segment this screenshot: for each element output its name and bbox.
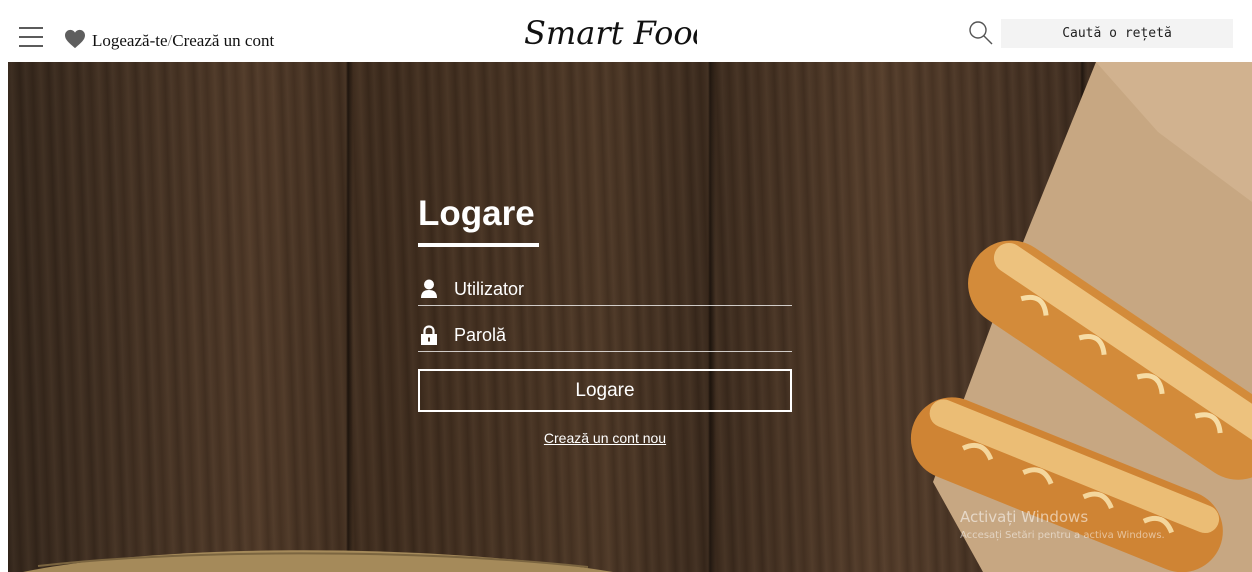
username-field [418, 275, 792, 306]
svg-text:Smart Food: Smart Food [524, 14, 697, 52]
title-underline [418, 243, 539, 247]
menu-icon[interactable] [19, 27, 43, 49]
hero-background: Logare Logare Crează un cont nou Activaț… [8, 62, 1252, 572]
password-input[interactable] [454, 321, 784, 349]
search-input[interactable] [1001, 19, 1233, 48]
windows-activation-title: Activați Windows [960, 508, 1089, 526]
password-field [418, 321, 792, 352]
username-input[interactable] [454, 275, 784, 303]
site-header: Logează-te/Crează un cont Smart Food [0, 0, 1252, 62]
search-icon[interactable] [968, 20, 994, 46]
login-link[interactable]: Logează-te [92, 31, 168, 50]
heart-icon [65, 29, 85, 49]
windows-activation-subtitle: Accesați Setări pentru a activa Windows. [960, 530, 1165, 541]
create-account-link[interactable]: Crează un cont nou [418, 430, 792, 446]
lock-icon [421, 325, 437, 345]
register-link[interactable]: Crează un cont [172, 31, 274, 50]
login-title: Logare [418, 194, 535, 233]
login-register-links: Logează-te/Crează un cont [92, 31, 274, 51]
bread-illustration [23, 62, 1252, 572]
smart-food-logo[interactable]: Smart Food [522, 10, 697, 56]
login-button[interactable]: Logare [418, 369, 792, 412]
user-icon [421, 279, 437, 298]
